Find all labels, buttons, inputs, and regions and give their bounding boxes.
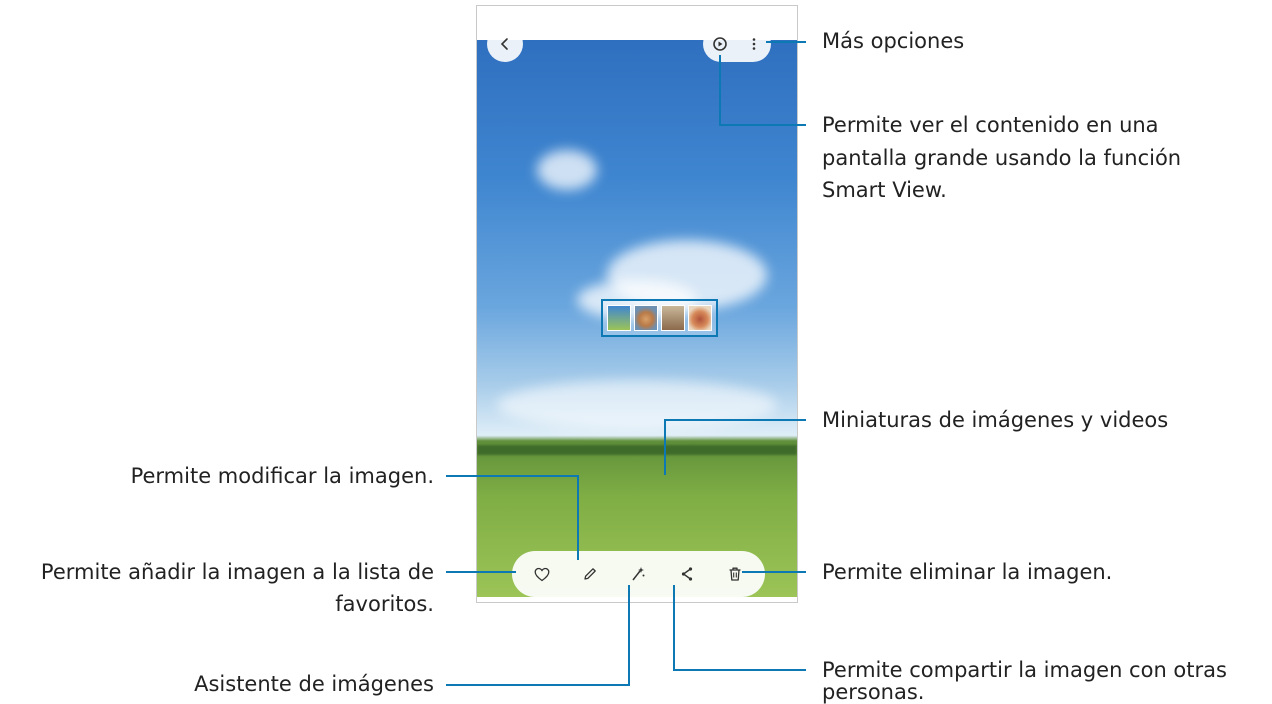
label-edit: Permite modificar la imagen.	[130, 464, 434, 488]
label-smart-view-2: pantalla grande usando la función	[822, 146, 1182, 170]
label-favorite-1: Permite añadir la imagen a la lista de	[40, 560, 434, 584]
label-thumbnails: Miniaturas de imágenes y videos	[822, 408, 1169, 432]
label-assistant: Asistente de imágenes	[194, 672, 434, 696]
label-delete: Permite eliminar la imagen.	[822, 560, 1113, 584]
label-more-options: Más opciones	[822, 29, 965, 53]
label-smart-view-3: Smart View.	[822, 178, 947, 202]
label-smart-view-1: Permite ver el contenido en una	[822, 113, 1159, 137]
leader-lines	[446, 41, 806, 686]
label-favorite-2: favoritos.	[335, 592, 434, 616]
label-share-2: personas.	[822, 680, 925, 704]
